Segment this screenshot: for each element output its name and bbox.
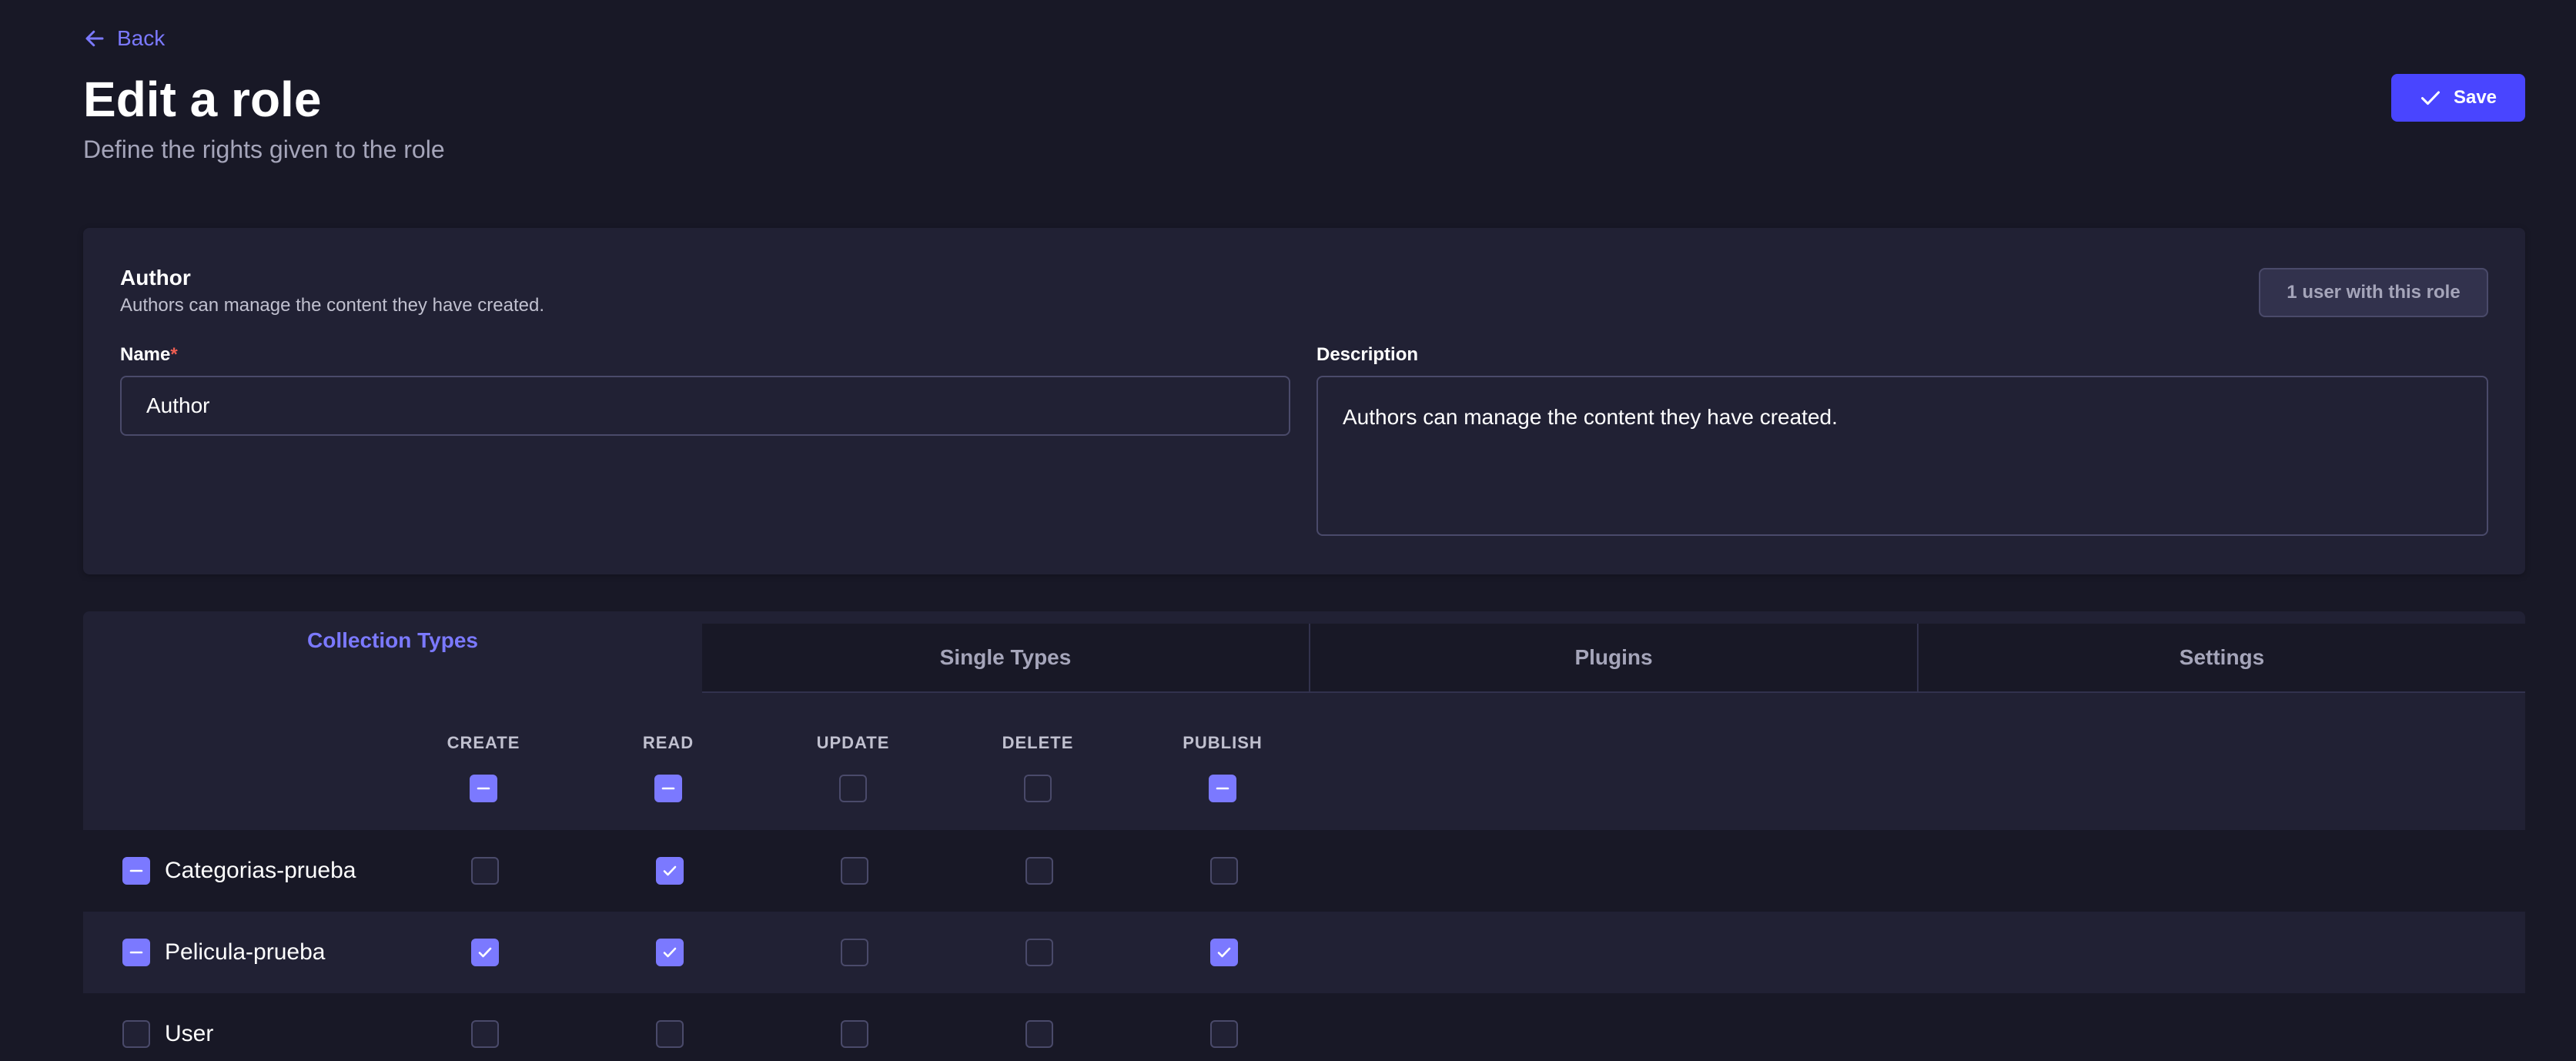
column-header-publish: PUBLISH bbox=[1183, 733, 1263, 752]
publish-checkbox[interactable] bbox=[1210, 857, 1238, 885]
row-select-checkbox[interactable] bbox=[122, 939, 150, 966]
column-header-delete: DELETE bbox=[1002, 733, 1074, 752]
row-select-checkbox[interactable] bbox=[122, 1020, 150, 1048]
role-description-text: Authors can manage the content they have… bbox=[120, 295, 545, 316]
tab-plugins[interactable]: Plugins bbox=[1310, 624, 1919, 693]
tab-collection-types[interactable]: Collection Types bbox=[83, 611, 702, 693]
back-label: Back bbox=[117, 26, 166, 50]
check-icon bbox=[661, 862, 679, 880]
column-header-create: CREATE bbox=[447, 733, 520, 752]
publish-checkbox[interactable] bbox=[1210, 1020, 1238, 1048]
back-link[interactable]: Back bbox=[83, 23, 165, 54]
permission-row: Categorias-prueba bbox=[83, 830, 2525, 912]
minus-icon bbox=[1213, 779, 1232, 798]
select-all-delete-checkbox[interactable] bbox=[1024, 775, 1052, 802]
tab-settings[interactable]: Settings bbox=[1919, 624, 2525, 693]
publish-checkbox[interactable] bbox=[1210, 939, 1238, 966]
role-details-card: Author Authors can manage the content th… bbox=[83, 228, 2525, 574]
name-label-text: Name bbox=[120, 344, 171, 365]
update-checkbox[interactable] bbox=[841, 857, 868, 885]
check-icon bbox=[1215, 943, 1233, 962]
create-checkbox[interactable] bbox=[471, 939, 499, 966]
select-all-publish-checkbox[interactable] bbox=[1209, 775, 1236, 802]
users-with-role-button[interactable]: 1 user with this role bbox=[2259, 268, 2488, 317]
description-textarea[interactable]: Authors can manage the content they have… bbox=[1316, 376, 2488, 536]
column-header-update: UPDATE bbox=[816, 733, 890, 752]
read-checkbox[interactable] bbox=[656, 1020, 684, 1048]
permissions-tabs: Collection Types Single Types Plugins Se… bbox=[83, 611, 2525, 693]
permission-row: Pelicula-prueba bbox=[83, 912, 2525, 993]
update-checkbox[interactable] bbox=[841, 1020, 868, 1048]
row-select-checkbox[interactable] bbox=[122, 857, 150, 885]
minus-icon bbox=[127, 862, 146, 880]
role-name-heading: Author bbox=[120, 266, 191, 290]
description-field-label: Description bbox=[1316, 344, 1419, 365]
row-label: Categorias-prueba bbox=[165, 858, 356, 883]
minus-icon bbox=[659, 779, 677, 798]
arrow-left-icon bbox=[83, 27, 106, 50]
delete-checkbox[interactable] bbox=[1025, 939, 1053, 966]
row-label: Pelicula-prueba bbox=[165, 939, 326, 965]
page-title: Edit a role bbox=[83, 72, 322, 127]
name-input[interactable]: Author bbox=[120, 376, 1290, 436]
save-button[interactable]: Save bbox=[2391, 74, 2525, 122]
page-subtitle: Define the rights given to the role bbox=[83, 136, 445, 163]
check-icon bbox=[476, 943, 494, 962]
create-checkbox[interactable] bbox=[471, 1020, 499, 1048]
delete-checkbox[interactable] bbox=[1025, 857, 1053, 885]
page: Back Edit a role Define the rights given… bbox=[0, 0, 2576, 1061]
tab-single-types[interactable]: Single Types bbox=[702, 624, 1310, 693]
permissions-panel: Collection Types Single Types Plugins Se… bbox=[83, 611, 2525, 1061]
column-header-read: READ bbox=[642, 733, 694, 752]
check-icon bbox=[2420, 87, 2441, 109]
row-label: User bbox=[165, 1021, 214, 1046]
select-all-read-checkbox[interactable] bbox=[654, 775, 682, 802]
delete-checkbox[interactable] bbox=[1025, 1020, 1053, 1048]
minus-icon bbox=[127, 943, 146, 962]
read-checkbox[interactable] bbox=[656, 939, 684, 966]
check-icon bbox=[661, 943, 679, 962]
select-all-create-checkbox[interactable] bbox=[470, 775, 497, 802]
name-field-label: Name* bbox=[120, 343, 178, 366]
update-checkbox[interactable] bbox=[841, 939, 868, 966]
create-checkbox[interactable] bbox=[471, 857, 499, 885]
select-all-update-checkbox[interactable] bbox=[839, 775, 867, 802]
required-asterisk: * bbox=[170, 344, 178, 365]
read-checkbox[interactable] bbox=[656, 857, 684, 885]
save-label: Save bbox=[2453, 87, 2497, 108]
minus-icon bbox=[474, 779, 493, 798]
permission-row: User bbox=[83, 993, 2525, 1061]
